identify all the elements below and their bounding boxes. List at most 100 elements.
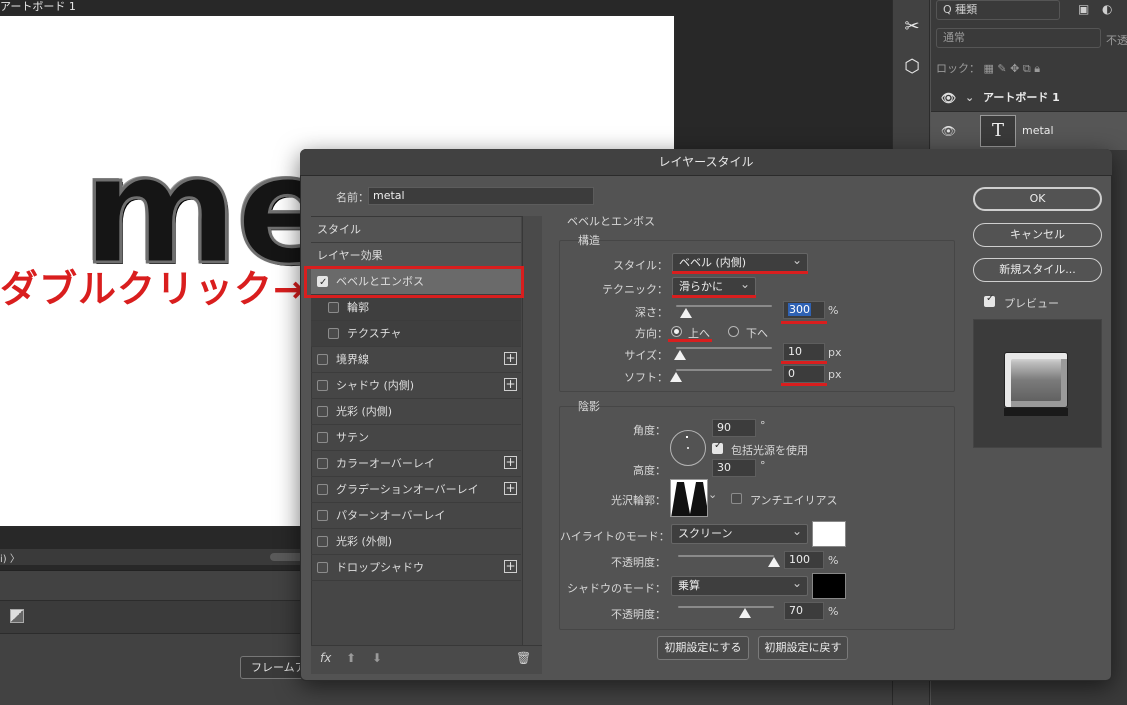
layer-filter-select[interactable]: Q 種類 [936,0,1060,20]
effects-list-scrollbar[interactable] [522,216,542,674]
timeline-toggle-icon[interactable] [10,609,24,623]
visibility-eye-icon[interactable]: 👁︎ [941,84,956,112]
angle-input[interactable]: 90 [712,419,756,437]
shadow-opacity-unit: % [828,605,839,618]
effect-checkbox[interactable] [317,406,328,417]
antialias-label[interactable]: アンチエイリアス [750,492,838,508]
global-light-label[interactable]: 包括光源を使用 [731,442,808,458]
soften-slider-thumb[interactable] [670,372,682,382]
chevron-down-icon[interactable]: ⌄ [965,84,974,112]
add-effect-icon[interactable]: + [504,560,517,573]
move-up-icon[interactable]: ⬆ [346,651,356,665]
shadow-opacity-thumb[interactable] [739,608,752,618]
preview-label[interactable]: プレビュー [1004,295,1059,311]
lock-artboard-icon[interactable]: ⧉ [1023,62,1031,75]
make-default-button[interactable]: 初期設定にする [657,636,749,660]
effect-row[interactable]: シャドウ (内側) + [311,373,521,399]
effect-checkbox[interactable] [317,432,328,443]
effect-checkbox[interactable] [328,302,339,313]
effect-row[interactable]: サテン [311,425,521,451]
altitude-input[interactable]: 30 [712,459,756,477]
add-effect-icon[interactable]: + [504,378,517,391]
lock-position-icon[interactable]: ✥ [1010,62,1019,75]
effect-row[interactable]: 境界線 + [311,347,521,373]
effect-checkbox[interactable] [317,510,328,521]
layer-artboard[interactable]: 👁︎ ⌄ アートボード 1 [931,84,1127,112]
trash-icon[interactable]: 🗑 [516,651,531,665]
size-input[interactable]: 10 [783,343,825,361]
effect-checkbox[interactable] [317,380,328,391]
fx-icon[interactable]: fx [320,651,331,665]
chevron-down-icon[interactable]: ⌄ [708,488,717,501]
shadow-opacity-track[interactable] [678,606,774,608]
3d-cube-icon[interactable]: ⬡ [893,52,931,82]
lock-paint-icon[interactable]: ✎ [997,62,1006,75]
layer-text-metal[interactable]: 👁︎ metal [931,112,1127,150]
new-style-button[interactable]: 新規スタイル... [973,258,1102,282]
effect-checkbox[interactable] [317,458,328,469]
lock-all-icon[interactable]: 🔒︎ [1034,62,1040,75]
effect-checkbox[interactable] [317,536,328,547]
gloss-contour-picker[interactable] [670,479,708,517]
depth-slider-track[interactable] [676,305,772,307]
image-filter-icon[interactable]: ▣ [1078,2,1089,16]
effect-checkbox[interactable] [317,484,328,495]
lock-transparent-icon[interactable]: ▦ [984,62,994,75]
add-effect-icon[interactable]: + [504,482,517,495]
annotation-underline [781,321,827,324]
move-down-icon[interactable]: ⬇ [372,651,382,665]
gloss-contour-label: 光沢輪郭： [611,494,666,507]
effect-row[interactable]: カラーオーバーレイ + [311,451,521,477]
lock-row: ロック： ▦ ✎ ✥ ⧉ 🔒︎ [936,60,1040,76]
preview-checkbox[interactable] [984,293,995,307]
highlight-color-swatch[interactable] [812,521,846,547]
effect-row[interactable]: 光彩 (外側) [311,529,521,555]
shadow-mode-select[interactable]: 乗算 [671,574,808,596]
adjustment-filter-icon[interactable]: ◐ [1102,2,1112,16]
shadow-opacity-input[interactable]: 70 [784,602,824,620]
cancel-button[interactable]: キャンセル [973,223,1102,247]
highlight-mode-select[interactable]: スクリーン [671,522,808,544]
effect-row[interactable]: 輪郭 [311,295,521,321]
effect-checkbox[interactable] [317,354,328,365]
highlight-opacity-label: 不透明度： [611,556,666,569]
add-effect-icon[interactable]: + [504,352,517,365]
blend-mode-select[interactable]: 通常 [936,28,1101,48]
soften-slider-track[interactable] [676,369,772,371]
effect-row[interactable]: グラデーションオーバーレイ + [311,477,521,503]
depth-input[interactable]: 300 [783,301,825,319]
altitude-label: 高度： [633,464,666,477]
highlight-opacity-track[interactable] [678,555,774,557]
effect-row[interactable]: 光彩 (内側) [311,399,521,425]
effect-checkbox[interactable] [328,328,339,339]
add-effect-icon[interactable]: + [504,456,517,469]
effect-row[interactable]: ドロップシャドウ + [311,555,521,581]
effect-row[interactable]: スタイル [311,217,521,243]
antialias-checkbox[interactable] [731,493,742,504]
depth-slider-thumb[interactable] [679,308,692,318]
effect-row[interactable]: テクスチャ [311,321,521,347]
direction-up-radio[interactable] [671,326,682,337]
effect-checkbox[interactable] [317,562,328,573]
direction-down-radio[interactable] [728,326,739,337]
style-name-input[interactable]: metal [368,187,594,205]
ok-button[interactable]: OK [973,187,1102,211]
size-slider-track[interactable] [676,347,772,349]
direction-down-label[interactable]: 下へ [746,325,768,341]
annotation-underline [668,339,712,342]
visibility-eye-icon[interactable]: 👁︎ [941,124,956,138]
global-light-checkbox[interactable] [712,440,723,454]
shadow-color-swatch[interactable] [812,573,846,599]
effect-row[interactable]: パターンオーバーレイ [311,503,521,529]
tools-icon[interactable]: ✂ [893,12,931,42]
highlight-opacity-input[interactable]: 100 [784,551,824,569]
dialog-title[interactable]: レイヤースタイル [300,149,1112,176]
technique-select[interactable]: 滑らかに [672,275,756,297]
reset-default-button[interactable]: 初期設定に戻す [758,636,848,660]
soften-input[interactable]: 0 [783,365,825,383]
bevel-style-select[interactable]: ベベル (内側) [672,251,808,273]
size-slider-thumb[interactable] [673,350,686,360]
highlight-opacity-thumb[interactable] [768,557,780,567]
shading-title: 陰影 [578,400,600,413]
depth-label: 深さ： [635,306,668,319]
